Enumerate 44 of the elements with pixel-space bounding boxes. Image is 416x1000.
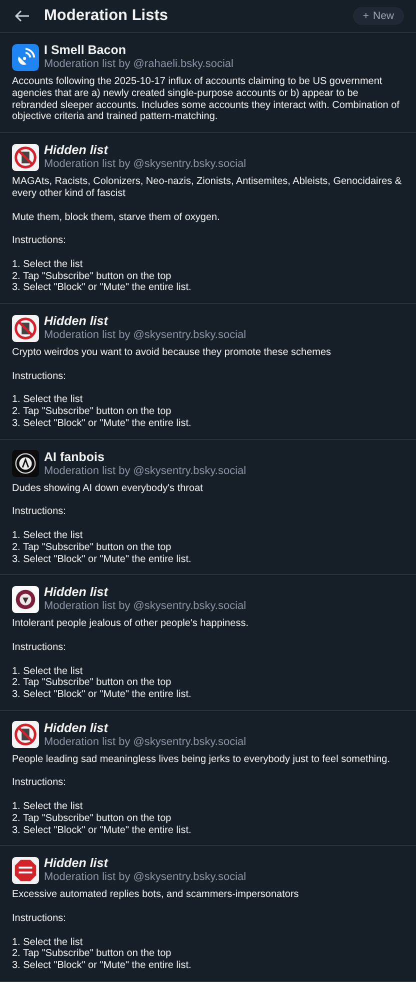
list-description: 1. Select the list 2. Tap "Subscribe" button on the top 3. Select "Block" or "Mute" the entire list. [12, 666, 192, 701]
list-description: 1. Select the list 2. Tap "Subscribe" button on the top 3. Select "Block" or "Mute" the entire list. [12, 258, 192, 294]
list-description: Dudes showing AI down everybody's throat [12, 482, 204, 495]
list-title: Hidden list [44, 585, 110, 600]
list-description: Crypto weirdos you want to avoid because they promote these schemes [12, 347, 332, 359]
list-description: Instructions: [12, 777, 67, 790]
list-byline: Moderation list by @skysentry.bsky.social [44, 870, 246, 884]
emblem-icon [12, 586, 39, 613]
list-title: AI fanbois [44, 450, 106, 464]
list-description: Intolerant people jealous of other people's happiness. [12, 618, 250, 630]
list-description: Mute them, block them, starve them of oxygen. [12, 212, 221, 224]
prohibition-icon [12, 314, 39, 342]
list-title: Hidden list [44, 314, 110, 328]
list-description: Instructions: [12, 370, 67, 383]
list-title: Hidden list [44, 143, 110, 158]
list-description: Accounts following the 2025-10-17 influx of accounts claiming to be US government agencies that are a) newly created single-purpose accounts or b) appear to be rebranded sleeper accounts. Includes some accounts they interact with. Combination of objective criteria and trained pattern-matching. [12, 76, 400, 124]
list-description: Excessive automated replies bots, and scammers-impersonators [12, 889, 300, 902]
list-byline: Moderation list by @skysentry.bsky.social [44, 157, 246, 172]
prohibition-icon [12, 144, 39, 171]
list-description: 1. Select the list 2. Tap "Subscribe" button on the top 3. Select "Block" or "Mute" the entire list. [12, 936, 192, 972]
list-description: Instructions: [12, 913, 67, 925]
back-arrow-icon[interactable] [14, 10, 30, 22]
list-byline: Moderation list by @rahaeli.bsky.social [44, 57, 234, 71]
page-title: Moderation Lists [44, 7, 170, 25]
list-byline: Moderation list by @skysentry.bsky.social [44, 599, 246, 614]
list-description: Instructions: [12, 235, 67, 247]
list-description: Instructions: [12, 506, 67, 518]
list-description: MAGAts, Racists, Colonizers, Neo-nazis, Zionists, Antisemites, Ableists, Genocidaires & every other kind of fascist [12, 176, 403, 200]
satellite-dish-icon [12, 44, 39, 70]
list-title: Hidden list [44, 856, 110, 870]
prohibition-icon [12, 721, 39, 748]
list-title: I Smell Bacon [44, 43, 127, 57]
list-description: 1. Select the list 2. Tap "Subscribe" button on the top 3. Select "Block" or "Mute" the entire list. [12, 530, 192, 566]
emblem-icon [12, 450, 39, 478]
list-description: People leading sad meaningless lives being jerks to everybody just to feel something. [12, 754, 391, 766]
list-byline: Moderation list by @skysentry.bsky.social [44, 464, 246, 478]
list-description: 1. Select the list 2. Tap "Subscribe" button on the top 3. Select "Block" or "Mute" the entire list. [12, 394, 192, 430]
list-description: 1. Select the list 2. Tap "Subscribe" button on the top 3. Select "Block" or "Mute" the entire list. [12, 801, 192, 836]
list-description: Instructions: [12, 642, 67, 654]
new-button[interactable]: + New [352, 7, 404, 25]
list-byline: Moderation list by @skysentry.bsky.social [44, 328, 246, 342]
list-byline: Moderation list by @skysentry.bsky.social [44, 734, 246, 749]
list-title: Hidden list [44, 720, 110, 735]
stop-sign-icon [12, 856, 39, 884]
